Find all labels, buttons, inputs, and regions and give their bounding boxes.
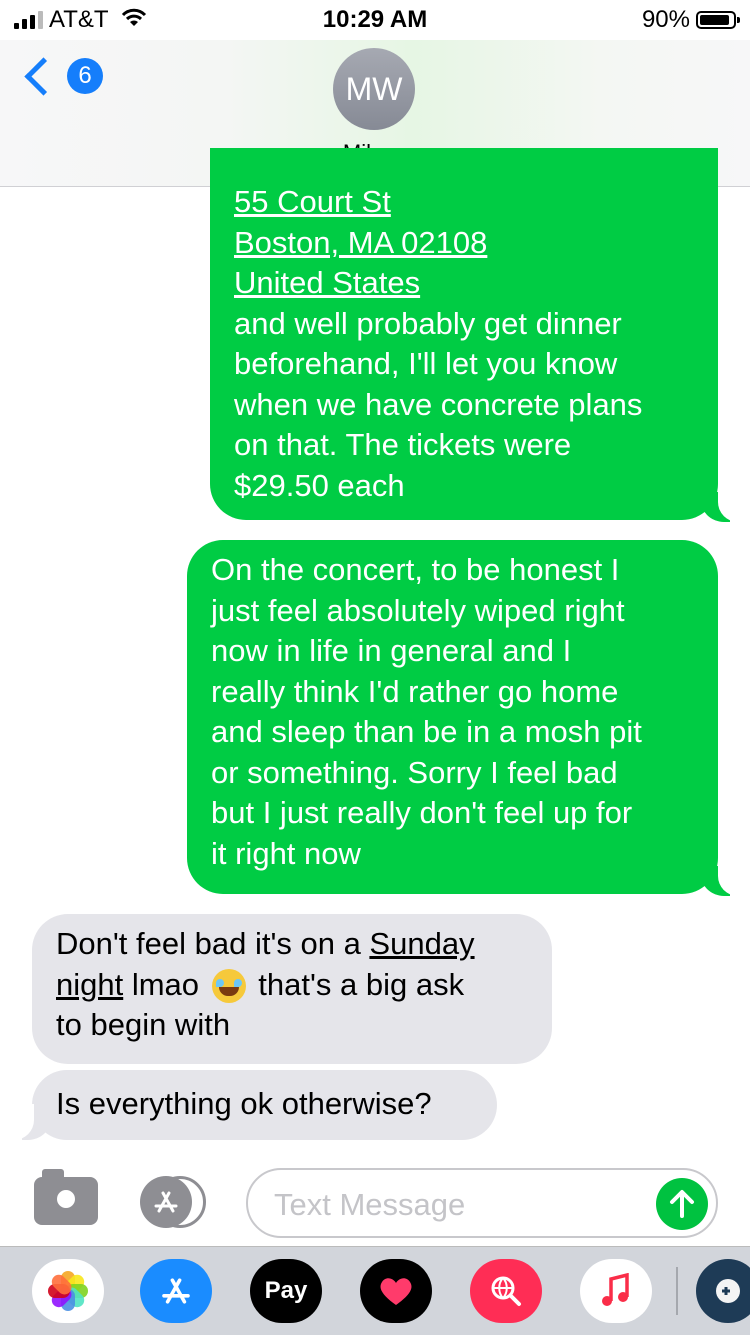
bubble-tail [8,1104,52,1140]
back-button[interactable]: 6 [24,56,103,96]
message-text: on that. The tickets were [234,427,572,462]
app-store-icon[interactable] [140,1176,210,1228]
music-app-icon[interactable] [580,1259,652,1323]
date-link[interactable]: night [56,967,123,1002]
battery-icon [696,11,740,29]
message-text-line: Don't feel bad it's on a Sunday [56,924,528,965]
message-text: to begin with [56,1007,231,1042]
app-store-app-icon[interactable] [140,1259,212,1323]
message-text: that's a big ask [249,966,465,1002]
received-message-bubble[interactable]: Don't feel bad it's on a Sunday night lm… [32,914,552,1064]
message-input-container [246,1168,718,1238]
message-text: lmao [123,966,208,1002]
clock: 10:29 AM [322,6,428,33]
game-app-icon[interactable] [696,1259,750,1323]
message-text: it right now [211,835,361,871]
send-button[interactable] [656,1178,708,1230]
message-text: beforehand, I'll let you know [234,346,618,381]
send-arrow-icon [670,1190,694,1218]
camera-icon[interactable] [34,1169,98,1225]
apple-pay-app-icon[interactable]: Pay [250,1259,322,1323]
message-text: when we have concrete plans [234,386,643,422]
unread-count-badge: 6 [67,58,103,94]
message-text-line: night lmao that's a big ask [56,965,528,1006]
message-text: Is everything ok otherwise? [56,1086,432,1121]
message-text: really think I'd rather go home [211,673,619,709]
photos-app-icon[interactable] [32,1259,104,1323]
apple-pay-label: Pay [264,1277,308,1304]
message-input[interactable] [272,1182,636,1228]
heart-icon [380,1278,412,1305]
status-bar: AT&T 10:29 AM 90% [0,0,750,40]
game-controller-icon [716,1279,740,1303]
battery-group: 90% [641,6,740,34]
laughing-tears-emoji-icon [211,969,246,1004]
message-text: but I just really don't feel up for [211,795,633,830]
address-link[interactable]: Boston, MA 02108 [234,223,694,264]
digital-touch-app-icon[interactable] [360,1259,432,1323]
sent-message-bubble[interactable]: On the concert, to be honest I just feel… [187,540,718,894]
imessage-app-drawer: Pay [0,1246,750,1335]
drawer-divider [676,1267,678,1315]
address-link[interactable]: United States [234,263,694,304]
received-message-bubble[interactable]: Is everything ok otherwise? [32,1070,497,1140]
bubble-tail [700,486,744,522]
search-app-icon[interactable] [470,1259,542,1323]
message-text: just feel absolutely wiped right [211,592,625,628]
message-text: On the concert, to be honest I [211,552,620,587]
bubble-tail [700,860,744,896]
message-text: and sleep than be in a mosh pit [211,714,642,749]
globe-search-icon [491,1276,521,1306]
address-link[interactable]: 55 Court St [234,182,694,223]
avatar[interactable]: MW [333,48,415,130]
message-text: and well probably get dinner [234,305,622,341]
message-text: Don't feel bad it's on a [56,926,370,961]
photos-flower-icon [32,1259,104,1323]
music-note-icon [602,1273,629,1306]
message-text: now in life in general and I [211,633,572,668]
date-link[interactable]: Sunday [369,926,474,961]
chevron-left-icon [24,56,63,96]
message-text: $29.50 each [234,467,405,503]
message-text: or something. Sorry I feel bad [211,754,618,790]
battery-percent: 90% [641,6,690,33]
sent-message-bubble[interactable]: 55 Court St Boston, MA 02108 United Stat… [210,148,718,520]
